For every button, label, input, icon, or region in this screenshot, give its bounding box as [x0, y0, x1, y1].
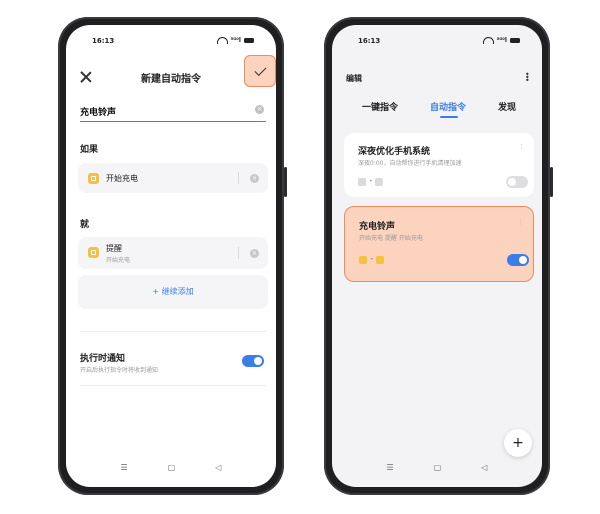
menu-nav-button[interactable]: ☰ [121, 463, 128, 477]
wifi-icon [482, 37, 494, 44]
battery-icon [244, 38, 254, 43]
new-automation-screen: 16:13 ⁵ᴳ⁰l 新建自动指令 充电铃声 × 如果 开始充电 × 就 提醒 … [66, 25, 276, 487]
card-more-icon[interactable]: ⋮ [518, 143, 525, 151]
status-time: 16:13 [358, 37, 381, 45]
action-icon [375, 178, 383, 186]
home-nav-button[interactable]: ▢ [168, 463, 176, 477]
name-input[interactable]: 充电铃声 × [80, 103, 266, 122]
status-time: 16:13 [92, 37, 115, 45]
then-label: 就 [80, 220, 90, 230]
night-toggle[interactable] [506, 176, 528, 188]
edit-button[interactable]: 编辑 [346, 73, 362, 84]
condition-label: 开始充电 [106, 174, 138, 183]
card-title: 充电铃声 [359, 222, 396, 232]
tab-automation[interactable]: 自动指令 [430, 100, 466, 113]
signal-icon: ⁵ᴳ⁰l [230, 37, 241, 44]
remove-action-icon[interactable]: × [250, 249, 259, 258]
add-automation-button[interactable]: + [504, 429, 532, 457]
right-phone: 16:13 ⁵ᴳ⁰l 编辑 • • • 一键指令 自动指令 发现 深夜优化手机系统 … [324, 17, 553, 495]
action-card[interactable]: 提醒 开始充电 × [78, 237, 268, 269]
card-title: 深夜优化手机系统 [358, 147, 431, 157]
action-title: 提醒 [106, 244, 122, 253]
more-options-icon[interactable]: • • • [525, 71, 530, 85]
card-subtitle: 深夜0:00，自动帮你进行手机清理加速 [358, 160, 462, 167]
tab-one-click[interactable]: 一键指令 [362, 100, 398, 113]
add-more-button[interactable]: + 继续添加 [78, 275, 268, 309]
menu-nav-button[interactable]: ☰ [387, 463, 394, 477]
notify-title: 执行时通知 [80, 354, 126, 364]
tab-bar: 一键指令 自动指令 发现 [332, 100, 542, 120]
home-nav-button[interactable]: ▢ [434, 463, 442, 477]
battery-icon [510, 38, 520, 43]
status-bar: 16:13 ⁵ᴳ⁰l [332, 35, 542, 49]
automation-card-charging[interactable]: 充电铃声 开始充电 提醒 开始充电 ⋮ • [344, 206, 534, 282]
signal-icon: ⁵ᴳ⁰l [496, 37, 507, 44]
notify-subtitle: 开启后执行指令时将收到通知 [80, 367, 159, 374]
automation-card-night[interactable]: 深夜优化手机系统 深夜0:00，自动帮你进行手机清理加速 ⋮ • [344, 133, 534, 197]
trigger-icon [359, 256, 367, 264]
tab-discover[interactable]: 发现 [498, 100, 516, 113]
wifi-icon [216, 37, 228, 44]
notify-toggle[interactable] [242, 355, 264, 367]
trigger-icon [358, 178, 366, 186]
automation-list-screen: 16:13 ⁵ᴳ⁰l 编辑 • • • 一键指令 自动指令 发现 深夜优化手机系统 … [332, 25, 542, 487]
left-phone: 16:13 ⁵ᴳ⁰l 新建自动指令 充电铃声 × 如果 开始充电 × 就 提醒 … [58, 17, 287, 495]
nav-bar: ☰ ▢ ◁ [332, 463, 542, 477]
header: 新建自动指令 [66, 55, 276, 87]
confirm-button[interactable] [244, 55, 276, 87]
if-label: 如果 [80, 145, 99, 155]
charging-icon [88, 173, 99, 184]
remove-condition-icon[interactable]: × [250, 174, 259, 183]
action-subtitle: 开始充电 [106, 257, 131, 264]
action-icon [376, 256, 384, 264]
clear-icon[interactable]: × [255, 105, 264, 114]
active-tab-indicator [440, 116, 458, 118]
status-bar: 16:13 ⁵ᴳ⁰l [66, 35, 276, 49]
back-nav-button[interactable]: ◁ [215, 463, 221, 477]
reminder-icon [88, 247, 99, 258]
charging-toggle[interactable] [507, 254, 529, 266]
check-icon [253, 63, 267, 76]
condition-card[interactable]: 开始充电 × [78, 163, 268, 193]
name-input-value: 充电铃声 [80, 108, 117, 118]
card-subtitle: 开始充电 提醒 开始充电 [359, 235, 423, 242]
nav-bar: ☰ ▢ ◁ [66, 463, 276, 477]
card-more-icon[interactable]: ⋮ [517, 218, 524, 226]
back-nav-button[interactable]: ◁ [481, 463, 487, 477]
